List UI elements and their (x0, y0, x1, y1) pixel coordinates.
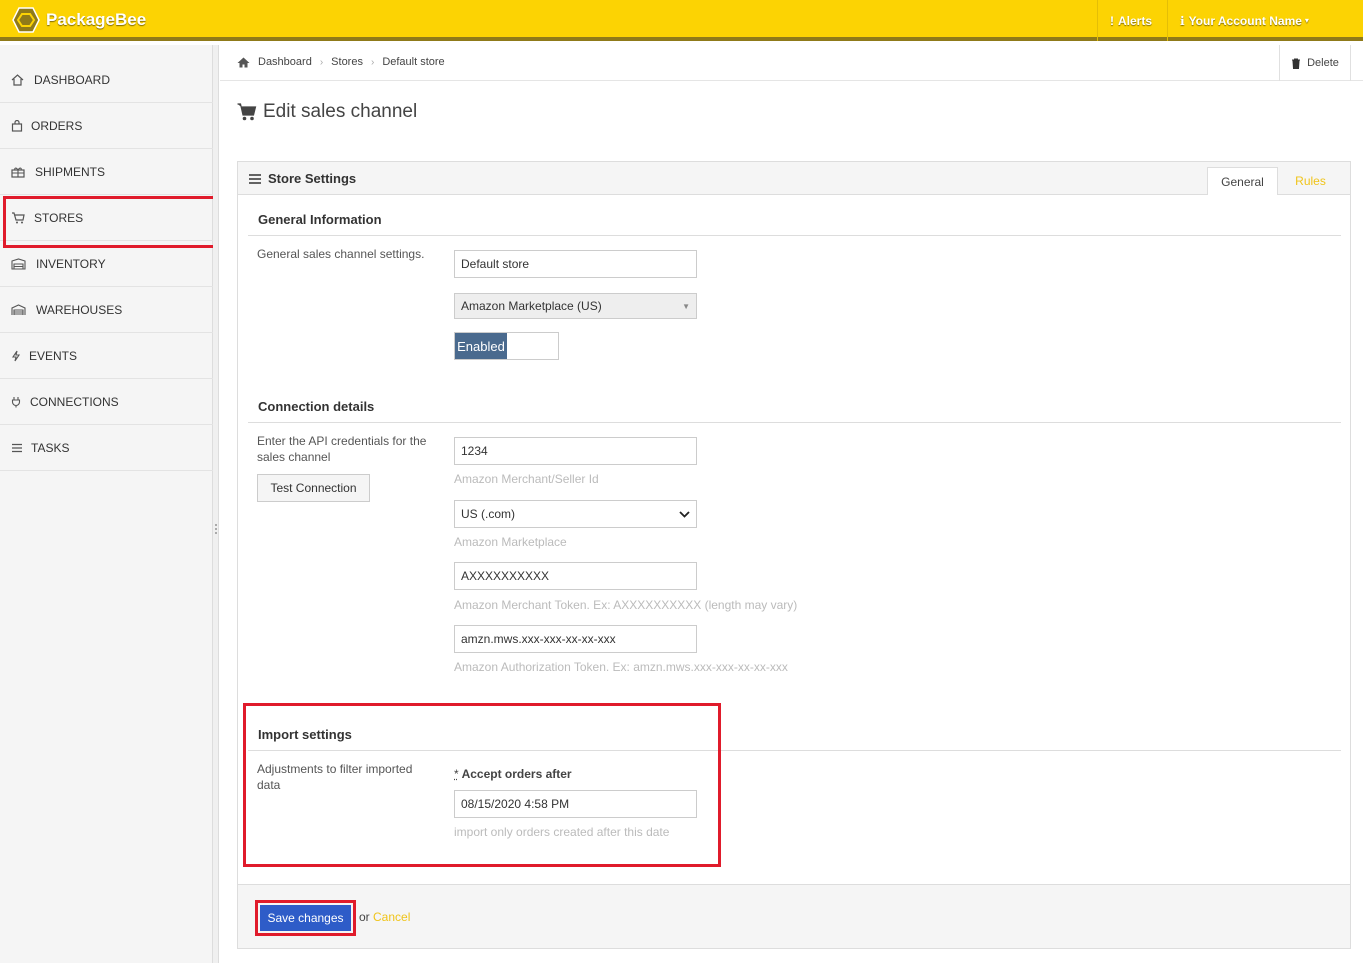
chevron-right-icon: › (370, 56, 375, 68)
divider (248, 235, 1341, 236)
menu-icon (249, 173, 261, 184)
bag-icon (11, 119, 29, 132)
gift-icon (11, 166, 29, 178)
breadcrumb-dashboard[interactable]: Dashboard (258, 56, 312, 68)
sidebar-item-dashboard[interactable]: DASHBOARD (0, 57, 213, 103)
home-icon (237, 57, 250, 67)
sidebar-item-label: DASHBOARD (34, 72, 111, 87)
sidebar-item-stores[interactable]: STORES (0, 195, 217, 248)
panel-title: Store Settings (249, 171, 356, 186)
sidebar-item-label: CONNECTIONS (30, 394, 119, 409)
info-icon: ℹ (1180, 13, 1185, 28)
sidebar-item-inventory[interactable]: INVENTORY (0, 241, 213, 287)
splitter-grip-icon (215, 524, 217, 534)
panel-title-text: Store Settings (268, 171, 357, 186)
sidebar-splitter[interactable] (213, 45, 219, 963)
sidebar-item-label: WAREHOUSES (36, 302, 123, 317)
brand[interactable]: PackageBee (12, 7, 146, 33)
auth-token-input[interactable]: amzn.mws.xxx-xxx-xx-xx-xxx (454, 625, 697, 653)
sidebar-item-label: ORDERS (31, 118, 83, 133)
cart-icon (237, 103, 257, 121)
cancel-link[interactable]: Cancel (373, 910, 410, 924)
delete-button[interactable]: Delete (1279, 45, 1351, 81)
merchant-id-help: Amazon Merchant/Seller Id (454, 472, 599, 486)
store-name-input[interactable]: Default store (454, 250, 697, 278)
sidebar-item-label: EVENTS (29, 348, 78, 363)
breadcrumb-current: Default store (382, 56, 445, 68)
alerts-menu[interactable]: ! Alerts (1097, 0, 1167, 41)
hexagon-logo-icon (12, 7, 40, 33)
brand-name: PackageBee (46, 10, 147, 29)
divider (248, 422, 1341, 423)
sidebar-item-connections[interactable]: CONNECTIONS (0, 379, 213, 425)
sidebar-item-shipments[interactable]: SHIPMENTS (0, 149, 213, 195)
garage-icon (11, 303, 29, 316)
sidebar-item-label: INVENTORY (36, 256, 106, 271)
sidebar: DASHBOARD ORDERS SHIPMENTS STORES INVENT… (0, 45, 217, 963)
toggle-on-label: Enabled (455, 333, 507, 359)
breadcrumb: Dashboard › Stores › Default store (237, 56, 445, 68)
delete-label: Delete (1307, 57, 1339, 69)
chevron-right-icon: › (319, 56, 324, 68)
caret-down-icon: ▼ (682, 301, 690, 311)
save-changes-button[interactable]: Save changes (260, 905, 351, 931)
tab-general[interactable]: General (1207, 167, 1278, 195)
sidebar-item-orders[interactable]: ORDERS (0, 103, 213, 149)
sidebar-item-tasks[interactable]: TASKS (0, 425, 213, 471)
chevron-down-icon: ▾ (1304, 16, 1309, 25)
import-settings-highlight (243, 703, 721, 867)
trash-icon (1292, 58, 1301, 69)
list-icon (11, 443, 29, 453)
enabled-toggle[interactable]: Enabled (454, 332, 559, 360)
chevron-down-icon (679, 510, 690, 518)
sidebar-item-label: STORES (34, 210, 84, 225)
merchant-token-help: Amazon Merchant Token. Ex: AXXXXXXXXXX (… (454, 598, 798, 612)
top-navbar: PackageBee ! Alerts ℹ Your Account Name … (0, 0, 1363, 41)
plug-icon (11, 396, 29, 408)
home-icon (11, 73, 29, 86)
section-title-general: General Information (258, 212, 382, 227)
merchant-id-input[interactable]: 1234 (454, 437, 697, 465)
merchant-token-input[interactable]: AXXXXXXXXXX (454, 562, 697, 590)
save-button-highlight: Save changes (255, 900, 356, 936)
channel-type-select[interactable]: Amazon Marketplace (US) ▼ (454, 293, 697, 319)
or-text: or (359, 910, 370, 924)
sidebar-item-label: SHIPMENTS (35, 164, 106, 179)
alerts-label: Alerts (1118, 13, 1153, 28)
sidebar-item-label: TASKS (31, 440, 70, 455)
exclamation-icon: ! (1110, 13, 1114, 28)
bolt-icon (11, 350, 29, 362)
account-menu[interactable]: ℹ Your Account Name ▾ (1167, 0, 1363, 41)
marketplace-help: Amazon Marketplace (454, 535, 567, 549)
section-title-connection: Connection details (258, 399, 375, 414)
page-title-text: Edit sales channel (263, 101, 418, 122)
sidebar-item-events[interactable]: EVENTS (0, 333, 213, 379)
warehouse-icon (11, 257, 29, 270)
marketplace-select[interactable]: US (.com) (454, 500, 697, 528)
general-description: General sales channel settings. (257, 247, 425, 261)
marketplace-value: US (.com) (461, 507, 515, 521)
panel-footer: Save changes or Cancel (238, 884, 1350, 948)
tab-rules[interactable]: Rules (1278, 167, 1343, 195)
breadcrumb-bar: Dashboard › Stores › Default store Delet… (220, 45, 1363, 81)
page-title: Edit sales channel (237, 101, 417, 123)
test-connection-button[interactable]: Test Connection (257, 474, 370, 502)
cart-icon (11, 211, 29, 224)
channel-type-value: Amazon Marketplace (US) (461, 299, 602, 313)
connection-description: Enter the API credentials for the sales … (257, 434, 427, 464)
auth-token-help: Amazon Authorization Token. Ex: amzn.mws… (454, 660, 788, 674)
account-name: Your Account Name (1188, 13, 1302, 28)
panel-header: Store Settings General Rules (238, 162, 1350, 195)
breadcrumb-stores[interactable]: Stores (331, 56, 363, 68)
sidebar-item-warehouses[interactable]: WAREHOUSES (0, 287, 213, 333)
